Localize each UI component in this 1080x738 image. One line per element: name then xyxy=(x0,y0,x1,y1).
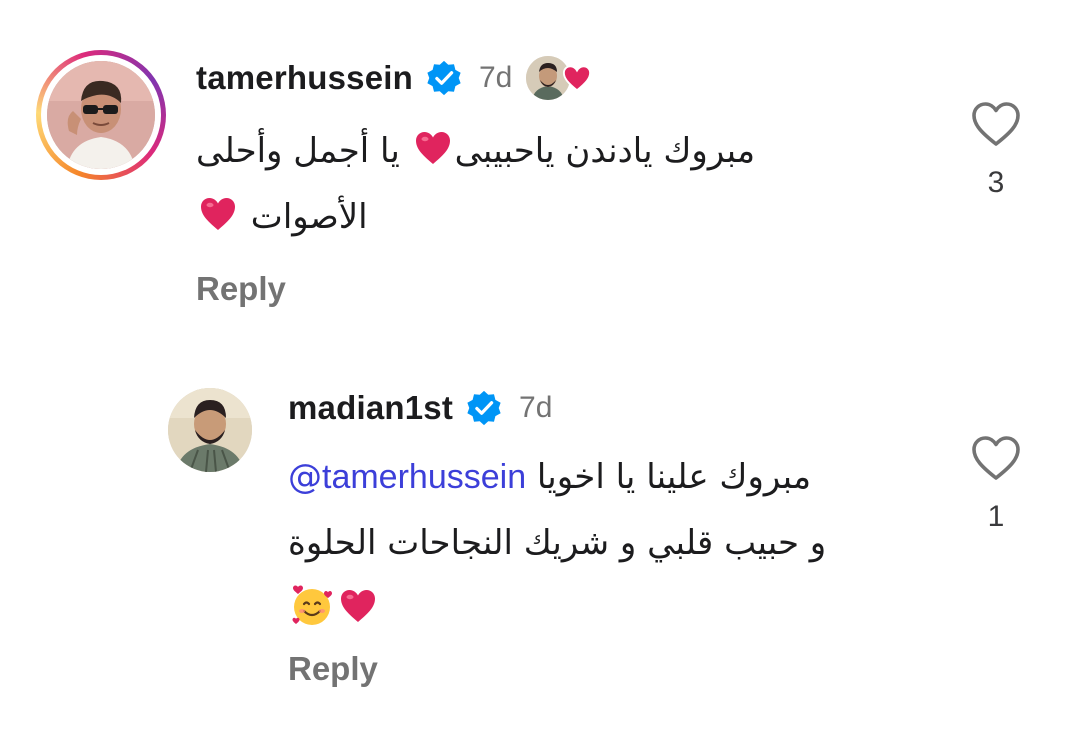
comment-header: madian1st 7d xyxy=(288,386,552,430)
avatar-story-ring[interactable] xyxy=(36,50,166,180)
verified-badge-icon xyxy=(467,390,501,426)
heart-outline-icon[interactable] xyxy=(970,434,1022,482)
red-heart-emoji xyxy=(201,198,235,230)
comment-tamerhussein: tamerhussein 7d مبروك يادندن ياحبيبى يا … xyxy=(0,0,1080,330)
comment-text-part: يا أجمل وأحلى xyxy=(196,131,411,171)
smiling-face-with-hearts-emoji xyxy=(292,585,332,625)
heart-outline-icon[interactable] xyxy=(970,100,1022,148)
comment-header: tamerhussein 7d xyxy=(196,56,592,100)
username[interactable]: madian1st xyxy=(288,389,453,427)
timestamp: 7d xyxy=(519,391,553,424)
red-heart-icon xyxy=(563,65,592,92)
comment-madian1st: madian1st 7d مبروك علينا يا اخويا @tamer… xyxy=(0,370,1080,738)
comment-thread: tamerhussein 7d مبروك يادندن ياحبيبى يا … xyxy=(0,0,1080,738)
mention-link[interactable]: @tamerhussein xyxy=(288,457,527,497)
comment-text-part: مبروك علينا يا اخويا xyxy=(526,457,812,497)
reply-button[interactable]: Reply xyxy=(288,650,378,688)
avatar xyxy=(47,61,155,169)
like-count: 1 xyxy=(987,500,1005,533)
mention-username: tamerhussein xyxy=(322,458,527,496)
timestamp: 7d xyxy=(478,61,513,94)
liked-by-author-indicator xyxy=(526,56,592,100)
avatar[interactable] xyxy=(168,388,252,472)
verified-badge-icon xyxy=(427,60,461,96)
comment-text: مبروك علينا يا اخويا @tamerhussein و حبي… xyxy=(288,444,898,642)
mention-prefix: @ xyxy=(288,457,322,497)
comment-text-part: مبروك يادندن ياحبيبى xyxy=(454,131,756,171)
like-count: 3 xyxy=(987,166,1005,199)
red-heart-emoji xyxy=(415,132,450,164)
comment-text-part: و حبيب قلبي و شريك النجاحات الحلوة xyxy=(288,523,827,563)
like-control: 3 xyxy=(966,100,1026,200)
comment-text: مبروك يادندن ياحبيبى يا أجمل وأحلى الأصو… xyxy=(196,118,816,250)
reply-button[interactable]: Reply xyxy=(196,270,286,308)
username[interactable]: tamerhussein xyxy=(196,59,413,97)
red-heart-emoji xyxy=(341,590,375,622)
like-control: 1 xyxy=(966,434,1026,534)
comment-text-part: الأصوات xyxy=(240,197,368,237)
